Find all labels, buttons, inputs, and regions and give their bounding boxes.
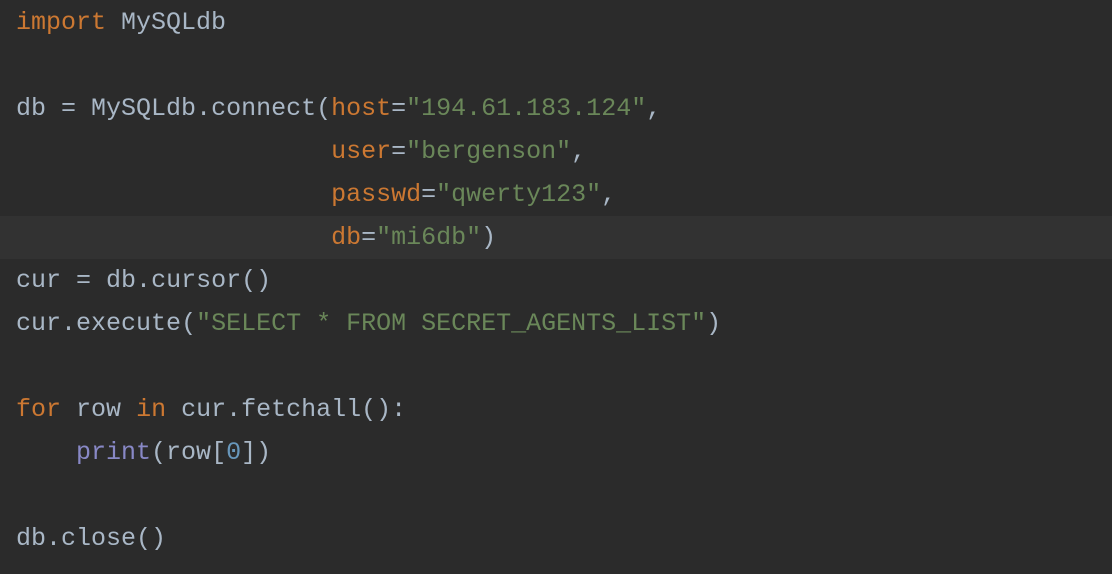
- indent: [16, 223, 331, 252]
- module-ref: MySQLdb: [91, 94, 196, 123]
- code-line[interactable]: cur = db.cursor(): [14, 259, 1112, 302]
- parens: (): [136, 524, 166, 553]
- keyword-in: in: [136, 395, 166, 424]
- keyword-for: for: [16, 395, 61, 424]
- variable: db: [16, 94, 46, 123]
- method-name: execute: [76, 309, 181, 338]
- space: [61, 395, 76, 424]
- paren-open: (: [181, 309, 196, 338]
- object-ref: db: [16, 524, 46, 553]
- code-line[interactable]: db.close(): [14, 517, 1112, 560]
- string-literal: "194.61.183.124": [406, 94, 646, 123]
- code-line-empty[interactable]: [14, 474, 1112, 517]
- operator: =: [61, 266, 106, 295]
- method-name: close: [61, 524, 136, 553]
- comma: ,: [601, 180, 616, 209]
- operator: =: [391, 94, 406, 123]
- method-name: cursor: [151, 266, 241, 295]
- code-line[interactable]: for row in cur.fetchall():: [14, 388, 1112, 431]
- bracket-close: ]: [241, 438, 256, 467]
- code-line[interactable]: print(row[0]): [14, 431, 1112, 474]
- parens-colon: ():: [361, 395, 406, 424]
- paren-close: ): [706, 309, 721, 338]
- parens: (): [241, 266, 271, 295]
- number-literal: 0: [226, 438, 241, 467]
- operator: =: [46, 94, 91, 123]
- paren-open: (: [316, 94, 331, 123]
- dot: .: [196, 94, 211, 123]
- dot: .: [61, 309, 76, 338]
- variable: row: [76, 395, 121, 424]
- space: [121, 395, 136, 424]
- method-name: connect: [211, 94, 316, 123]
- dot: .: [46, 524, 61, 553]
- method-name: fetchall: [241, 395, 361, 424]
- variable: row: [166, 438, 211, 467]
- code-line[interactable]: cur.execute("SELECT * FROM SECRET_AGENTS…: [14, 302, 1112, 345]
- param-db: db: [331, 223, 361, 252]
- code-line[interactable]: user="bergenson",: [14, 130, 1112, 173]
- space: [166, 395, 181, 424]
- object-ref: cur: [181, 395, 226, 424]
- dot: .: [136, 266, 151, 295]
- object-ref: cur: [16, 309, 61, 338]
- comma: ,: [646, 94, 661, 123]
- param-host: host: [331, 94, 391, 123]
- comma: ,: [571, 137, 586, 166]
- module-name: MySQLdb: [121, 8, 226, 37]
- operator: =: [361, 223, 376, 252]
- operator: =: [391, 137, 406, 166]
- string-literal: "mi6db": [376, 223, 481, 252]
- code-line-empty[interactable]: [14, 345, 1112, 388]
- paren-open: (: [151, 438, 166, 467]
- code-line[interactable]: db = MySQLdb.connect(host="194.61.183.12…: [14, 87, 1112, 130]
- keyword-import: import: [16, 8, 106, 37]
- code-line[interactable]: passwd="qwerty123",: [14, 173, 1112, 216]
- object-ref: db: [106, 266, 136, 295]
- string-literal: "SELECT * FROM SECRET_AGENTS_LIST": [196, 309, 706, 338]
- indent: [16, 180, 331, 209]
- space: [106, 8, 121, 37]
- code-line-current[interactable]: db="mi6db"): [0, 216, 1112, 259]
- code-editor[interactable]: 💡 import MySQLdb db = MySQLdb.connect(ho…: [0, 0, 1112, 560]
- dot: .: [226, 395, 241, 424]
- indent: [16, 438, 76, 467]
- builtin-print: print: [76, 438, 151, 467]
- code-line[interactable]: import MySQLdb: [14, 1, 1112, 44]
- variable: cur: [16, 266, 61, 295]
- paren-close: ): [256, 438, 271, 467]
- indent: [16, 137, 331, 166]
- paren-close: ): [481, 223, 496, 252]
- param-passwd: passwd: [331, 180, 421, 209]
- bracket-open: [: [211, 438, 226, 467]
- param-user: user: [331, 137, 391, 166]
- code-line-empty[interactable]: [14, 44, 1112, 87]
- string-literal: "bergenson": [406, 137, 571, 166]
- operator: =: [421, 180, 436, 209]
- string-literal: "qwerty123": [436, 180, 601, 209]
